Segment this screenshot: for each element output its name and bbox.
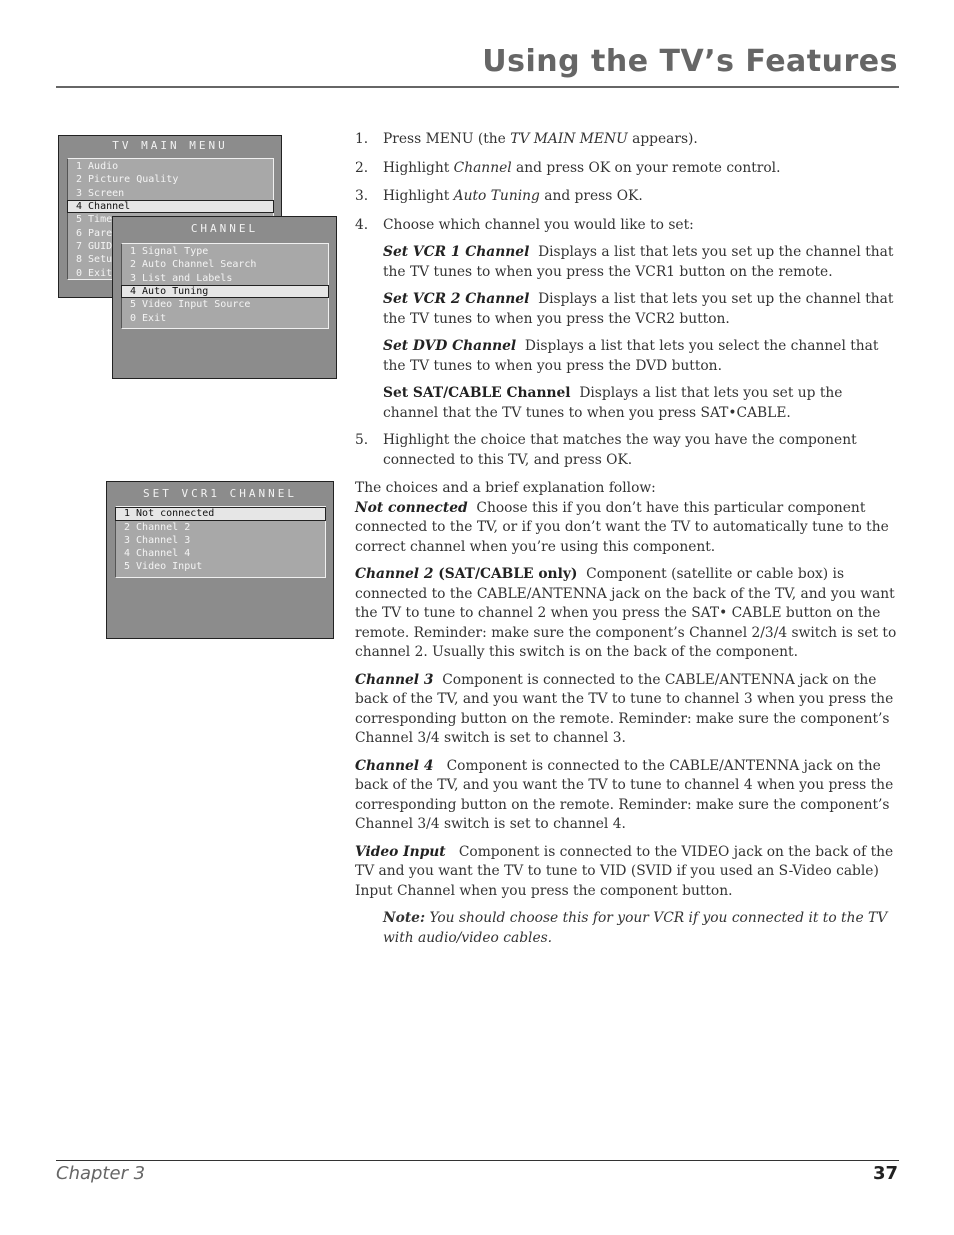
page-title: Using the TV’s Features xyxy=(482,44,898,79)
choice-channel-3: Channel 3 Component is connected to the … xyxy=(355,671,900,749)
note: Note: You should choose this for your VC… xyxy=(383,909,900,948)
option-set-dvd: Set DVD Channel Displays a list that let… xyxy=(383,337,900,376)
osd-title: TV MAIN MENU xyxy=(112,139,228,152)
choice-text: Component is connected to the CABLE/ANTE… xyxy=(355,671,898,747)
osd-menu-item-selected: 1 Not connected xyxy=(115,507,326,521)
step-text: Press MENU (the xyxy=(383,131,511,147)
step-4: 4. Choose which channel you would like to… xyxy=(355,216,900,236)
osd-menu-item: 3 Channel 3 xyxy=(124,534,191,546)
step-1: 1. Press MENU (the TV MAIN MENU appears). xyxy=(355,130,900,150)
osd-menu-item: 2 Auto Channel Search xyxy=(130,259,257,271)
step-emphasis: TV MAIN MENU xyxy=(510,131,628,147)
choice-term: Channel 3 xyxy=(355,671,434,688)
step-emphasis: Auto Tuning xyxy=(453,188,540,204)
set-vcr1-channel-screen: SET VCR1 CHANNEL 1 Not connected 2 Chann… xyxy=(106,481,334,639)
osd-menu-item-selected: 4 Auto Tuning xyxy=(121,284,329,299)
step-number: 3. xyxy=(355,188,369,204)
channel-menu-screen: CHANNEL 1 Signal Type 2 Auto Channel Sea… xyxy=(112,216,337,379)
osd-menu-item: 2 Picture Quality xyxy=(76,174,179,186)
step-text: Highlight xyxy=(383,159,454,176)
step-number: 1. xyxy=(355,131,369,147)
step-text: and press OK on your remote control. xyxy=(511,159,781,176)
title-divider xyxy=(56,86,899,88)
step-emphasis: Channel xyxy=(453,159,512,176)
osd-menu-item: 5 Video Input xyxy=(124,561,203,573)
osd-menu-item: 5 Video Input Source xyxy=(130,299,251,311)
choice-qualifier: (SAT/CABLE only) xyxy=(433,566,578,582)
step-number: 4. xyxy=(355,216,369,233)
step-text: Highlight the choice that matches the wa… xyxy=(383,432,857,468)
choice-term: Not connected xyxy=(355,499,468,516)
step-text: appears). xyxy=(627,131,698,147)
page-number: 37 xyxy=(872,1163,898,1184)
osd-menu-list: 1 Signal Type 2 Auto Channel Search 3 Li… xyxy=(121,243,329,329)
instructions: 1. Press MENU (the TV MAIN MENU appears).… xyxy=(355,130,900,962)
osd-menu-item: 2 Channel 2 xyxy=(124,521,191,533)
option-term: Set VCR 1 Channel xyxy=(383,244,530,260)
osd-menu-item: 0 Exit xyxy=(130,312,167,324)
osd-menu-item: 3 List and Labels xyxy=(130,272,233,284)
step-number: 5. xyxy=(355,432,369,448)
osd-menu-item: 4 Channel 4 xyxy=(124,548,191,560)
choice-text: Component is connected to the CABLE/ANTE… xyxy=(355,757,898,833)
choice-channel-2: Channel 2 (SAT/CABLE only) Component (sa… xyxy=(355,565,900,663)
choice-term: Channel 4 xyxy=(355,757,434,774)
step-text: and press OK. xyxy=(539,188,643,204)
option-term: Set SAT/CABLE Channel xyxy=(383,385,571,401)
option-set-vcr1: Set VCR 1 Channel Displays a list that l… xyxy=(383,243,900,282)
note-label: Note: xyxy=(383,910,426,926)
step-5: 5. Highlight the choice that matches the … xyxy=(355,431,900,470)
osd-title: SET VCR1 CHANNEL xyxy=(143,487,297,500)
choice-video-input: Video Input Component is connected to th… xyxy=(355,843,900,902)
option-set-vcr2: Set VCR 2 Channel Displays a list that l… xyxy=(383,290,900,329)
choice-channel-4: Channel 4 Component is connected to the … xyxy=(355,757,900,835)
step-3: 3. Highlight Auto Tuning and press OK. xyxy=(355,187,900,207)
osd-menu-item: 3 Screen xyxy=(76,187,125,199)
choice-term: Video Input xyxy=(355,843,446,860)
osd-menu-item: 1 Signal Type xyxy=(130,246,209,257)
option-term: Set DVD Channel xyxy=(383,338,517,354)
option-term: Set VCR 2 Channel xyxy=(383,291,530,307)
choices-intro: The choices and a brief explanation foll… xyxy=(355,480,656,496)
note-text: You should choose this for your VCR if y… xyxy=(383,910,888,946)
osd-menu-item-selected: 4 Channel xyxy=(67,199,274,214)
choice-term: Channel 2 xyxy=(355,566,434,582)
step-number: 2. xyxy=(355,159,369,176)
step-2: 2. Highlight Channel and press OK on your… xyxy=(355,159,900,179)
choice-not-connected: Not connected Choose this if you don’t h… xyxy=(355,499,900,558)
option-set-sat-cable: Set SAT/CABLE Channel Displays a list th… xyxy=(383,384,900,423)
step-text: Choose which channel you would like to s… xyxy=(383,216,694,233)
osd-title: CHANNEL xyxy=(190,222,259,235)
step-text: Highlight xyxy=(383,188,454,204)
footer-divider xyxy=(56,1160,899,1161)
footer-chapter: Chapter 3 xyxy=(56,1163,146,1184)
osd-menu-list: 1 Not connected 2 Channel 2 3 Channel 3 … xyxy=(115,506,326,578)
osd-menu-item: 1 Audio xyxy=(76,161,119,172)
